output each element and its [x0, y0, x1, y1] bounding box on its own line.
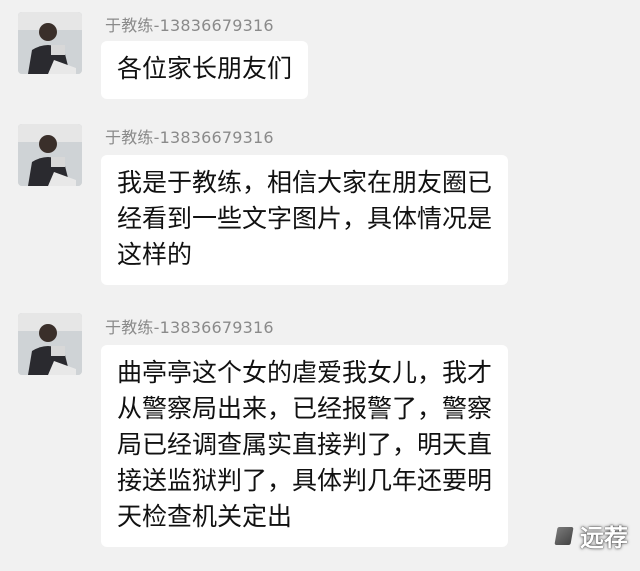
- person-photo-avatar-icon: [18, 12, 82, 74]
- message-line: 从警察局出来，已经报警了，警察: [117, 394, 493, 423]
- sender-name: 于教练-13836679316: [105, 16, 274, 35]
- watermark: 远荐: [554, 518, 628, 553]
- person-photo-avatar-icon: [18, 124, 82, 186]
- message-bubble[interactable]: 我是于教练，相信大家在朋友圈已 经看到一些文字图片，具体情况是 这样的: [101, 155, 509, 285]
- message-bubble[interactable]: 曲亭亭这个女的虐爱我女儿，我才 从警察局出来，已经报警了，警察 局已经调查属实直…: [101, 345, 509, 547]
- message-line: 局已经调查属实直接判了，明天直: [117, 430, 493, 459]
- logo-mark-icon: [554, 526, 574, 545]
- message-line: 天检查机关定出: [117, 502, 293, 531]
- avatar[interactable]: [18, 124, 82, 186]
- message-line: 曲亭亭这个女的虐爱我女儿，我才: [117, 358, 493, 387]
- message-bubble[interactable]: 各位家长朋友们: [101, 41, 309, 99]
- person-photo-avatar-icon: [18, 313, 82, 375]
- message-line: 各位家长朋友们: [117, 54, 293, 83]
- message-line: 经看到一些文字图片，具体情况是: [117, 204, 493, 233]
- avatar[interactable]: [18, 313, 82, 375]
- avatar[interactable]: [18, 12, 82, 74]
- message-line: 接送监狱判了，具体判几年还要明: [117, 466, 493, 495]
- sender-name: 于教练-13836679316: [105, 128, 274, 147]
- chat-history: 于教练-13836679316 各位家长朋友们 于教练-13836679316 …: [0, 0, 640, 571]
- message-line: 我是于教练，相信大家在朋友圈已: [117, 168, 493, 197]
- watermark-text: 远荐: [580, 524, 628, 552]
- message-line: 这样的: [117, 240, 193, 269]
- sender-name: 于教练-13836679316: [105, 318, 274, 337]
